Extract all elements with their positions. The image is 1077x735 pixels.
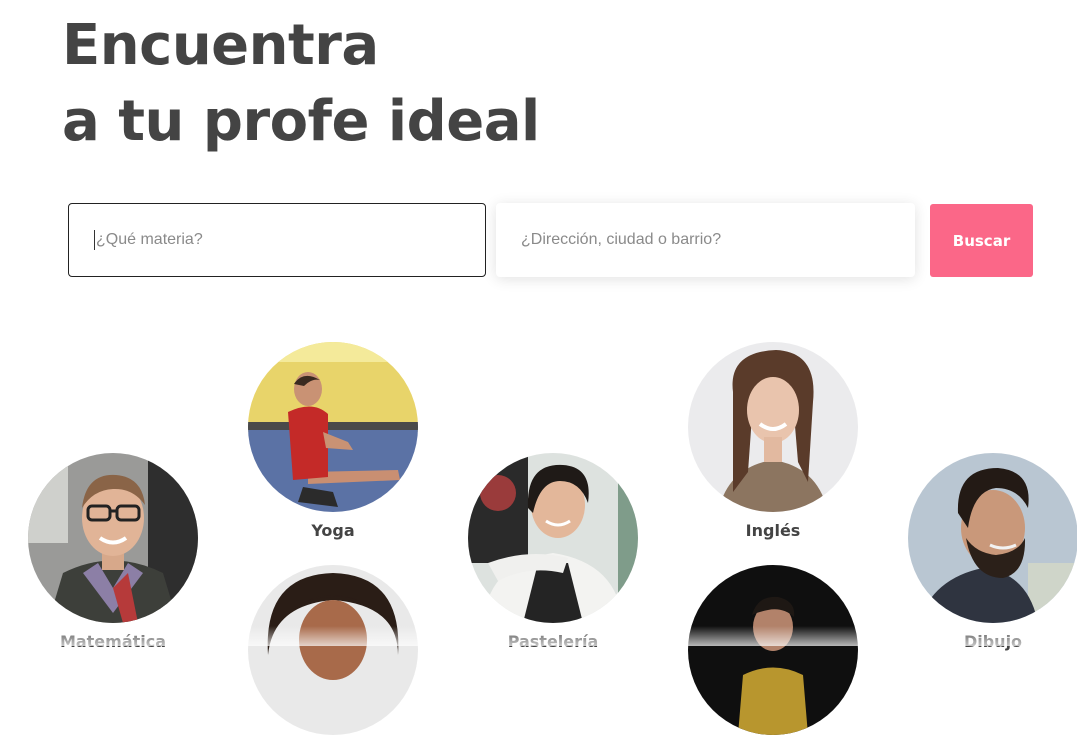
teacher-photo[interactable] bbox=[908, 453, 1077, 623]
subject-placeholder: ¿Qué materia? bbox=[96, 231, 203, 248]
teacher-card-pasteleria[interactable]: Pastelería bbox=[468, 453, 638, 651]
address-input[interactable]: ¿Dirección, ciudad o barrio? bbox=[496, 203, 915, 277]
teacher-card-yoga[interactable]: Yoga bbox=[248, 342, 418, 540]
subject-input[interactable]: ¿Qué materia? bbox=[68, 203, 486, 277]
page-title: Encuentra a tu profe ideal bbox=[62, 8, 540, 160]
teacher-card-matematica[interactable]: Matemática bbox=[28, 453, 198, 651]
subject-label: Dibujo bbox=[963, 632, 1023, 651]
teacher-card[interactable] bbox=[248, 565, 418, 735]
subject-label: Yoga bbox=[311, 521, 355, 540]
subject-label: Pastelería bbox=[507, 632, 599, 651]
teacher-photo[interactable] bbox=[28, 453, 198, 623]
teacher-photo[interactable] bbox=[248, 565, 418, 735]
subject-label: Inglés bbox=[745, 521, 801, 540]
teacher-photo[interactable] bbox=[248, 342, 418, 512]
teacher-photo[interactable] bbox=[688, 565, 858, 735]
title-line-2: a tu profe ideal bbox=[62, 89, 540, 154]
search-button[interactable]: Buscar bbox=[930, 204, 1033, 277]
teacher-card-ingles[interactable]: Inglés bbox=[688, 342, 858, 540]
teacher-card-dibujo[interactable]: Dibujo bbox=[908, 453, 1077, 651]
address-placeholder: ¿Dirección, ciudad o barrio? bbox=[521, 231, 722, 248]
subject-label: Matemática bbox=[59, 632, 167, 651]
title-line-1: Encuentra bbox=[62, 13, 379, 78]
text-caret bbox=[94, 230, 95, 250]
teacher-photo[interactable] bbox=[468, 453, 638, 623]
teacher-photo[interactable] bbox=[688, 342, 858, 512]
teacher-card[interactable] bbox=[688, 565, 858, 735]
